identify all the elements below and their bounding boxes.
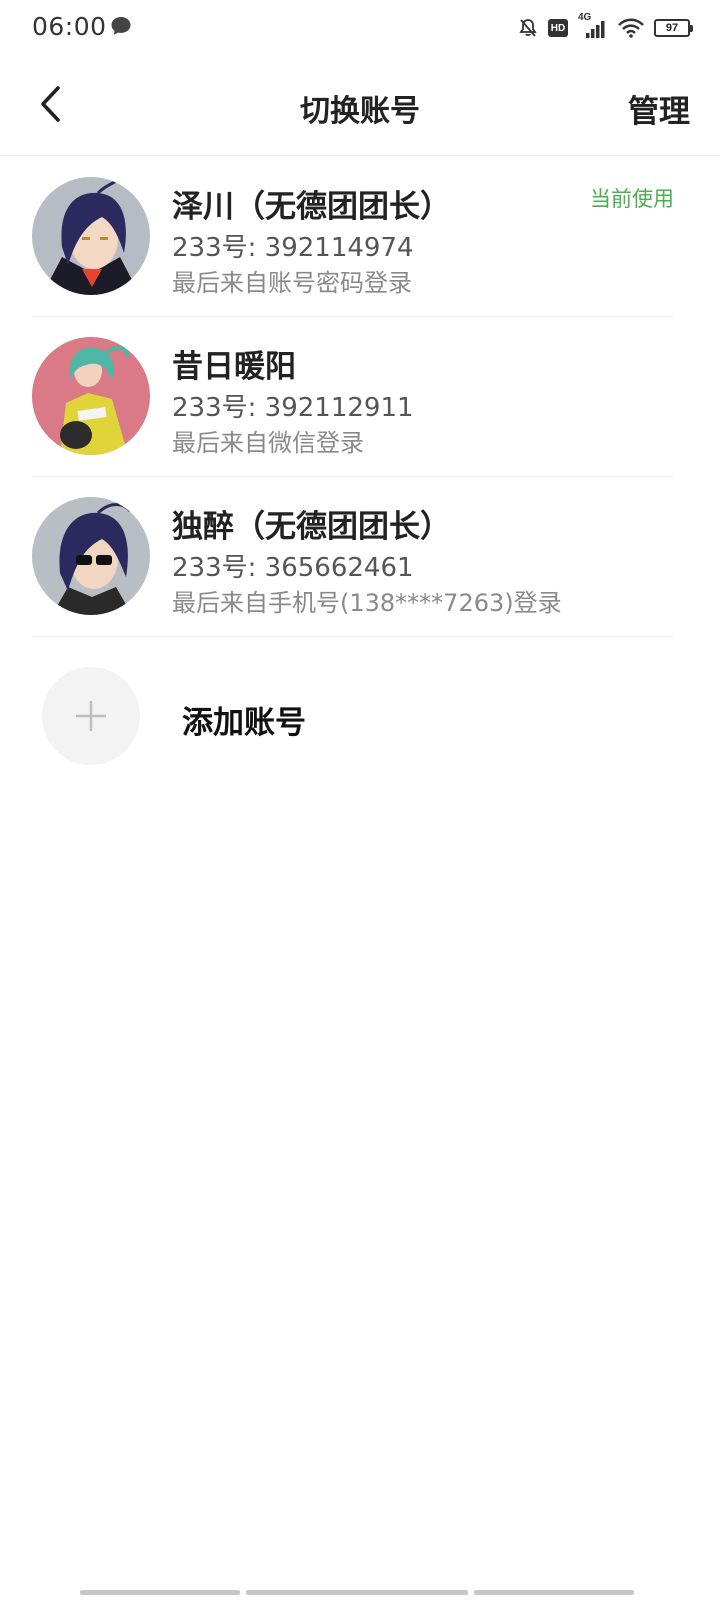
add-account-circle [42,667,140,765]
account-item[interactable]: 昔日暖阳 233号: 392112911 最后来自微信登录 [32,317,674,477]
avatar [32,177,150,295]
battery-icon: 97 [654,19,693,37]
plus-icon [76,701,106,731]
account-login-method: 最后来自账号密码登录 [172,269,412,297]
nav-handle-segment [474,1590,634,1595]
account-name: 泽川（无德团团长） [172,189,451,225]
account-login-method: 最后来自微信登录 [172,429,364,457]
cellular-signal-icon: 4G [578,12,608,40]
account-item[interactable]: 泽川（无德团团长） 233号: 392114974 最后来自账号密码登录 当前使… [32,157,674,317]
add-account-button[interactable]: 添加账号 [32,667,674,777]
bell-off-icon [519,19,537,37]
header: 切换账号 管理 [0,56,720,156]
account-list: 泽川（无德团团长） 233号: 392114974 最后来自账号密码登录 当前使… [0,157,720,637]
battery-level: 97 [665,22,679,34]
account-name: 独醉（无德团团长） [172,509,451,545]
status-time: 06:00 [32,12,107,41]
hd-badge: HD [548,19,568,37]
account-id: 233号: 365662461 [172,553,414,583]
manage-button[interactable]: 管理 [628,86,690,131]
page-title: 切换账号 [300,94,420,129]
wifi-icon [618,18,644,38]
message-icon [111,17,131,35]
nav-handle-segment [246,1590,468,1595]
account-id: 233号: 392112911 [172,393,414,423]
network-type-label: 4G [578,12,592,23]
account-name: 昔日暖阳 [172,349,296,385]
account-login-method: 最后来自手机号(138****7263)登录 [172,589,562,617]
current-account-tag: 当前使用 [590,187,674,211]
status-icons: HD 4G 97 [518,12,693,42]
navigation-handle[interactable] [80,1590,640,1595]
account-item[interactable]: 独醉（无德团团长） 233号: 365662461 最后来自手机号(138***… [32,477,674,637]
nav-handle-segment [80,1590,240,1595]
avatar [32,497,150,615]
status-bar: 06:00 HD 4G 97 [0,0,720,56]
add-account-label: 添加账号 [182,705,306,741]
account-id: 233号: 392114974 [172,233,414,263]
avatar [32,337,150,455]
